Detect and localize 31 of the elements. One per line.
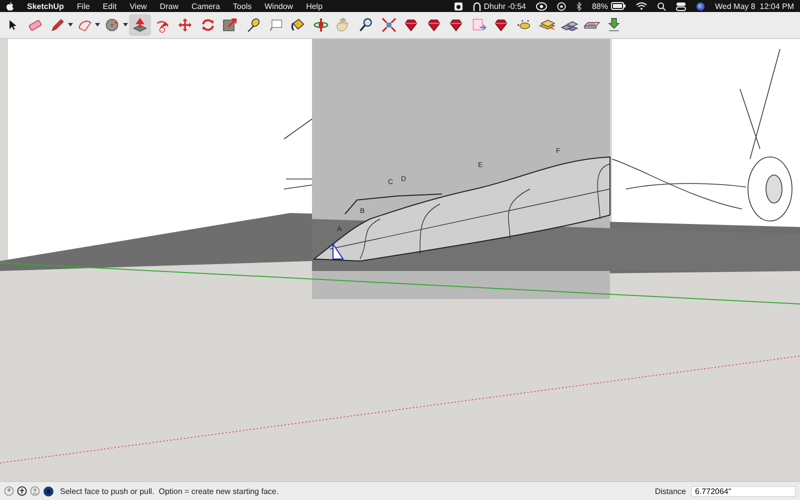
app-menu[interactable]: SketchUp — [27, 2, 64, 10]
measurement-label: Distance — [654, 486, 686, 496]
menu-item[interactable]: View — [130, 2, 147, 10]
bluetooth-icon[interactable] — [576, 2, 582, 10]
menu-item[interactable]: Tools — [232, 2, 252, 10]
status-message: Select face to push or pull. Option = create new starting face. — [60, 486, 280, 496]
arch-icon[interactable] — [472, 2, 481, 10]
credits-icon[interactable] — [17, 486, 27, 496]
menu-clock[interactable]: Wed May 8 12:04 PM — [715, 2, 794, 10]
caret-icon[interactable] — [95, 23, 100, 27]
menu-item[interactable]: Edit — [102, 2, 117, 10]
help-icon[interactable] — [43, 486, 54, 496]
push-pull-icon[interactable] — [128, 14, 151, 36]
caret-icon[interactable] — [122, 23, 128, 27]
search-icon[interactable] — [657, 2, 666, 10]
battery-icon[interactable] — [611, 2, 626, 10]
menu-item[interactable]: Help — [306, 2, 323, 10]
caret-icon[interactable] — [68, 23, 73, 27]
menu-item[interactable]: Camera — [191, 2, 220, 10]
prayer-time[interactable]: Dhuhr -0:54 — [484, 2, 526, 10]
menu-item[interactable]: Draw — [160, 2, 178, 10]
menu-item[interactable]: File — [76, 2, 90, 10]
notification-icon[interactable] — [454, 2, 463, 10]
control-center-icon[interactable] — [676, 2, 686, 10]
play-circle-icon[interactable] — [556, 2, 566, 10]
measurement-field[interactable]: 6.772064" — [691, 486, 796, 496]
menu-item[interactable]: Window — [264, 2, 294, 10]
battery-percent: 88% — [592, 2, 608, 10]
apple-icon[interactable] — [6, 2, 14, 10]
wifi-icon[interactable] — [636, 2, 647, 10]
siri-icon[interactable] — [696, 2, 705, 10]
